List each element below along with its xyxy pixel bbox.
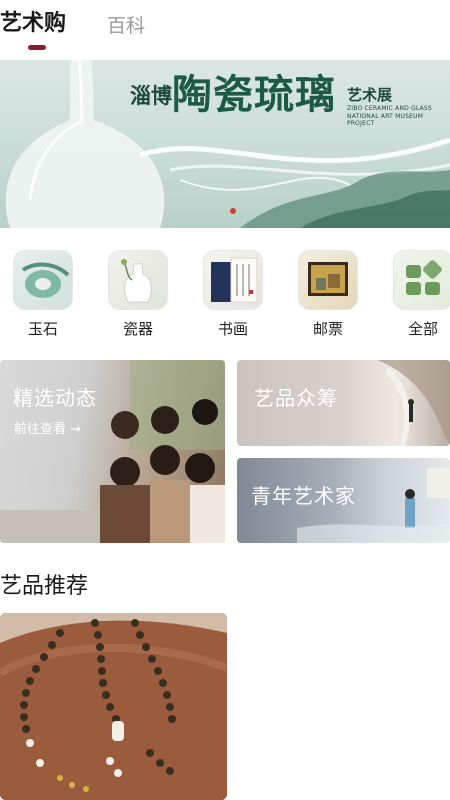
category-grid: 玉石 瓷器 书画 邮票 全部: [0, 250, 450, 345]
category-all[interactable]: 全部: [392, 250, 450, 339]
top-tab-bar: 艺术购 百科: [0, 0, 450, 56]
banner-subtitle: 淄博: [130, 83, 172, 108]
banner-page-indicator: [230, 208, 236, 214]
young-artists-card[interactable]: 青年艺术家: [237, 458, 450, 543]
category-label: 书画: [217, 320, 248, 338]
crowdfunding-title: 艺品众筹: [254, 386, 338, 410]
category-label: 玉石: [27, 320, 58, 338]
crowdfunding-card[interactable]: 艺品众筹: [237, 360, 450, 446]
recommend-section-title: 艺品推荐: [0, 574, 89, 599]
vase-icon: [108, 250, 168, 310]
category-porcelain[interactable]: 瓷器: [107, 250, 169, 339]
category-jade[interactable]: 玉石: [12, 250, 74, 339]
banner-tag: 艺术展: [347, 86, 393, 104]
tab-encyclopedia[interactable]: 百科: [107, 12, 145, 40]
banner-english-line-1: ZIBO CERAMIC AND GLASS: [347, 105, 432, 112]
grid-icon: [393, 250, 450, 310]
product-card[interactable]: [0, 613, 227, 800]
category-stamps[interactable]: 邮票: [297, 250, 359, 339]
featured-news-title: 精选动态: [13, 386, 97, 410]
view-more-link[interactable]: 前往查看 →: [14, 418, 81, 437]
calligraphy-icon: [203, 250, 263, 310]
category-label: 全部: [407, 320, 438, 338]
category-label: 瓷器: [122, 320, 153, 338]
tab-art-shop[interactable]: 艺术购: [0, 10, 66, 38]
category-calligraphy[interactable]: 书画: [202, 250, 264, 339]
banner-title: 陶瓷琉璃: [172, 71, 336, 118]
young-artists-title: 青年艺术家: [251, 484, 356, 508]
category-label: 邮票: [312, 320, 343, 338]
bead-necklace-image: [0, 613, 227, 800]
jade-icon: [13, 250, 73, 310]
featured-news-card[interactable]: 精选动态 前往查看 →: [0, 360, 225, 543]
active-tab-indicator: [28, 45, 46, 50]
promo-banner[interactable]: 淄博 陶瓷琉璃 艺术展 ZIBO CERAMIC AND GLASS NATIO…: [0, 60, 450, 228]
stamp-icon: [298, 250, 358, 310]
banner-english-line-2: NATIONAL ART MUSEUM PROJECT: [347, 113, 424, 127]
